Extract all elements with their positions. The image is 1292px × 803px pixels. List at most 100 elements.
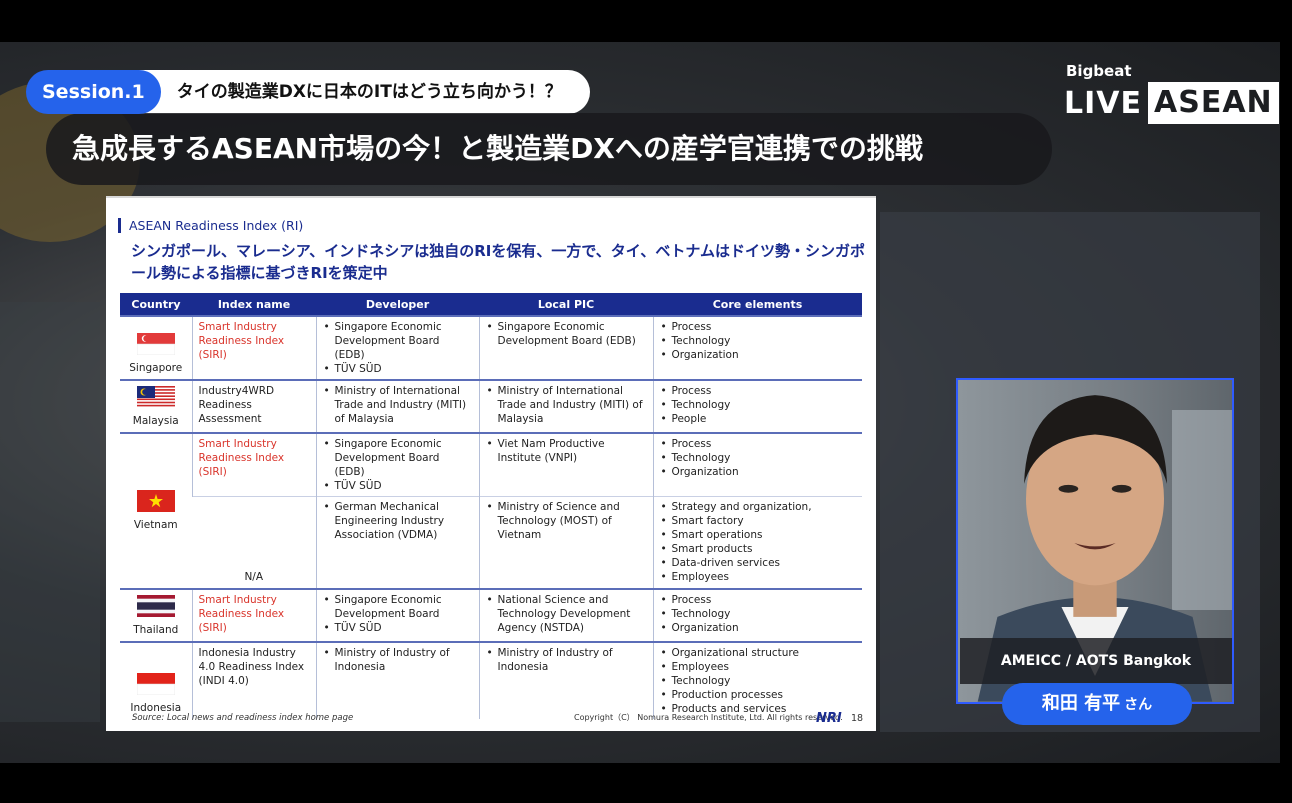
- index-name: Smart Industry Readiness Index (SIRI): [198, 593, 285, 634]
- index-name-cell: Smart Industry Readiness Index (SIRI): [191, 315, 316, 380]
- developer-cell: Ministry of International Trade and Indu…: [315, 379, 479, 433]
- singapore-flag-icon: [136, 333, 175, 355]
- speaker-org: AMEICC / AOTS Bangkok: [960, 638, 1232, 684]
- list-item: People: [661, 412, 857, 426]
- table-row: Thailand Smart Industry Readiness Index (…: [120, 587, 862, 642]
- presentation-slide: ASEAN Readiness Index (RI) シンガポール、マレーシア、…: [106, 196, 876, 731]
- col-header-core-elements: Core elements: [653, 293, 862, 316]
- list-item: Employees: [661, 660, 857, 674]
- session-label: Session.1: [26, 70, 161, 114]
- core-elements-cell: ProcessTechnologyOrganization: [652, 587, 862, 642]
- list-item: German Mechanical Engineering Industry A…: [324, 500, 473, 542]
- index-name-cell: Industry4WRD Readiness Assessment: [191, 379, 316, 433]
- developer-cell: Singapore Economic Development Board (ED…: [315, 315, 479, 380]
- list-item: Smart products: [661, 542, 857, 556]
- list-item: Ministry of International Trade and Indu…: [324, 384, 473, 426]
- logo-asean-text: ASEAN: [1148, 82, 1279, 124]
- country-cell: Indonesia: [120, 640, 192, 719]
- list-item: Ministry of Science and Technology (MOST…: [487, 500, 647, 542]
- list-item: Process: [661, 320, 857, 334]
- vietnam-flag-icon: [136, 490, 175, 513]
- list-item: Technology: [661, 607, 857, 621]
- list-item: Singapore Economic Development Board (ED…: [324, 320, 473, 362]
- developer-cell: Singapore Economic Development Board (ED…: [315, 432, 479, 497]
- session-header: Session.1 タイの製造業DXに日本のITはどう立ち向かう！？: [26, 70, 590, 114]
- country-cell: Vietnam: [120, 432, 192, 589]
- list-item: Process: [661, 593, 857, 607]
- col-header-country: Country: [120, 293, 192, 316]
- list-item: Smart factory: [661, 514, 857, 528]
- index-name: Industry4WRD Readiness Assessment: [198, 385, 275, 425]
- list-item: Singapore Economic Development Board (ED…: [487, 320, 647, 348]
- list-item: Strategy and organization,: [661, 500, 857, 514]
- malaysia-flag-icon: [136, 386, 175, 408]
- index-name-cell: N/A: [192, 496, 316, 589]
- country-name: Vietnam: [133, 519, 178, 532]
- core-elements-cell: ProcessTechnologyOrganization: [652, 315, 862, 380]
- local-pic-cell: Ministry of Industry of Indonesia: [478, 640, 653, 719]
- list-item: Smart operations: [661, 528, 857, 542]
- index-name: Indonesia Industry 4.0 Readiness Index (…: [198, 646, 305, 687]
- list-item: Process: [661, 384, 857, 398]
- country-cell: Singapore: [120, 315, 192, 380]
- indonesia-flag-icon: [136, 672, 175, 695]
- list-item: Singapore Economic Development Board (ED…: [324, 437, 473, 479]
- speaker-honorific: さん: [1124, 697, 1153, 713]
- index-name-cell: Smart Industry Readiness Index (SIRI): [191, 587, 316, 642]
- list-item: Process: [661, 437, 857, 451]
- list-item: Technology: [661, 674, 857, 688]
- list-item: Ministry of Industry of Indonesia: [324, 646, 473, 674]
- thailand-flag-icon: [136, 594, 175, 617]
- list-item: Ministry of Industry of Indonesia: [487, 646, 647, 674]
- nri-logo: NRI: [816, 711, 842, 726]
- logo-top-text: Bigbeat: [1066, 62, 1132, 80]
- local-pic-cell: Ministry of Science and Technology (MOST…: [478, 496, 653, 589]
- list-item: Data-driven services: [661, 556, 857, 570]
- list-item: TÜV SÜD: [324, 621, 473, 635]
- country-name: Thailand: [133, 623, 179, 636]
- background-worker: [0, 302, 100, 722]
- list-item: Organizational structure: [661, 646, 857, 660]
- readiness-index-table: Country Index name Developer Local PIC C…: [120, 293, 862, 719]
- list-item: Singapore Economic Development Board: [324, 593, 473, 621]
- slide-page-number: 18: [851, 713, 864, 724]
- local-pic-cell: Singapore Economic Development Board (ED…: [478, 315, 653, 380]
- country-cell: Thailand: [120, 587, 192, 642]
- slide-copyright: Copyright（C） Nomura Research Institute, …: [574, 713, 843, 722]
- developer-cell: Singapore Economic Development BoardTÜV …: [315, 587, 479, 642]
- index-name-cell: Indonesia Industry 4.0 Readiness Index (…: [191, 640, 316, 719]
- index-name: Smart Industry Readiness Index (SIRI): [198, 321, 285, 361]
- index-name: Smart Industry Readiness Index (SIRI): [198, 438, 285, 478]
- list-item: Viet Nam Productive Institute (VNPI): [487, 437, 647, 465]
- developer-cell: German Mechanical Engineering Industry A…: [315, 496, 479, 589]
- bigbeat-live-asean-logo: Bigbeat LIVE ASEAN: [1064, 62, 1279, 124]
- list-item: Organization: [661, 465, 857, 479]
- local-pic-cell: Ministry of International Trade and Indu…: [478, 379, 653, 433]
- session-title: 急成長するASEAN市場の今！と製造業DXへの産学官連携での挑戦: [46, 113, 1052, 185]
- core-elements-cell: Strategy and organization,Smart factoryS…: [652, 496, 862, 589]
- list-item: Employees: [661, 570, 857, 584]
- list-item: Technology: [661, 398, 857, 412]
- local-pic-cell: National Science and Technology Developm…: [478, 587, 653, 642]
- slide-headline: シンガポール、マレーシア、インドネシアは独自のRIを保有、一方で、タイ、ベトナム…: [131, 242, 865, 282]
- speaker-name-badge: 和田 有平 さん: [1002, 683, 1192, 725]
- list-item: Technology: [661, 334, 857, 348]
- list-item: TÜV SÜD: [324, 362, 473, 376]
- list-item: National Science and Technology Developm…: [487, 593, 647, 635]
- session-subtitle: タイの製造業DXに日本のITはどう立ち向かう！？: [136, 70, 590, 114]
- table-row: Singapore Smart Industry Readiness Index …: [120, 315, 862, 380]
- col-header-developer: Developer: [316, 293, 479, 316]
- list-item: TÜV SÜD: [324, 479, 473, 493]
- speaker-name: 和田 有平: [1041, 693, 1121, 714]
- slide-kicker: ASEAN Readiness Index (RI): [118, 218, 303, 233]
- table-row: Malaysia Industry4WRD Readiness Assessmen…: [120, 379, 862, 433]
- index-name: N/A: [244, 570, 264, 583]
- col-header-local-pic: Local PIC: [479, 293, 653, 316]
- country-name: Singapore: [129, 362, 183, 374]
- list-item: Ministry of International Trade and Indu…: [487, 384, 647, 426]
- table-row: Vietnam Smart Industry Readiness Index (S…: [120, 432, 862, 589]
- table-row: N/A German Mechanical Engineering Industr…: [120, 496, 862, 589]
- table-header-row: Country Index name Developer Local PIC C…: [120, 293, 862, 316]
- col-header-index-name: Index name: [192, 293, 316, 316]
- local-pic-cell: Viet Nam Productive Institute (VNPI): [478, 432, 653, 497]
